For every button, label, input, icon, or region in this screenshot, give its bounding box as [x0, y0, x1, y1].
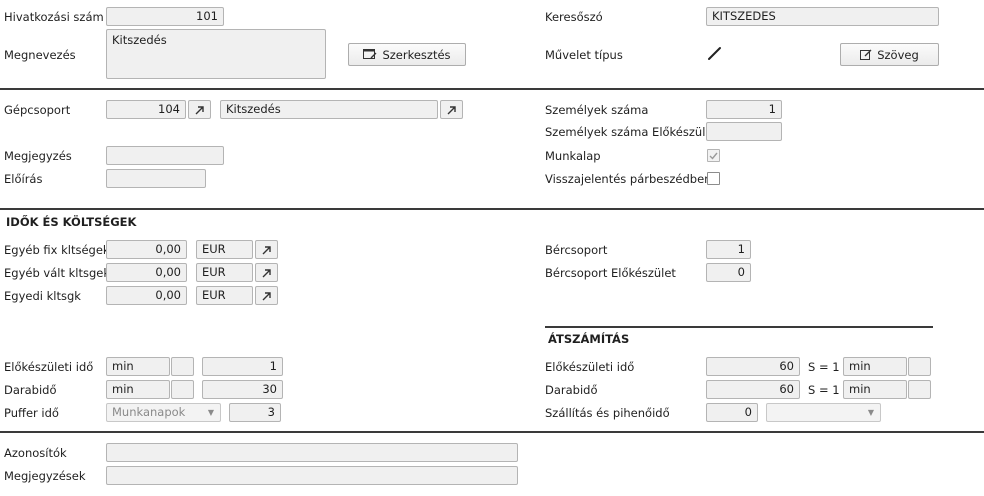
ids-field[interactable]	[106, 443, 518, 462]
fix-cost-currency-field[interactable]: EUR	[196, 240, 253, 259]
chevron-down-icon: ▼	[207, 408, 214, 417]
persons-label: Személyek száma	[545, 103, 649, 117]
costs-section-title: IDŐK ÉS KÖLTSÉGEK	[6, 215, 137, 229]
buffer-unit-dropdown[interactable]: Munkanapok ▼	[106, 403, 221, 422]
unique-cost-link-button[interactable]	[255, 286, 278, 305]
section-divider	[0, 208, 984, 210]
machine-group-label: Gépcsoport	[4, 103, 71, 117]
wage-group-setup-label: Bércsoport Előkészület	[545, 266, 676, 280]
machine-group-name-link-button[interactable]	[440, 100, 463, 119]
conv-setup-factor: S = 1	[808, 360, 840, 374]
arrow-up-right-icon	[262, 245, 271, 254]
ids-label: Azonosítók	[4, 446, 67, 460]
pen-icon	[707, 45, 723, 64]
arrow-up-right-icon	[262, 268, 271, 277]
rule-label: Előírás	[4, 172, 43, 186]
wage-group-field[interactable]: 1	[706, 240, 751, 259]
rule-field[interactable]	[106, 169, 206, 188]
note-edit-icon	[860, 49, 872, 60]
piece-time-label: Darabidő	[4, 383, 57, 397]
buffer-unit-value: Munkanapok	[112, 405, 186, 419]
conv-setup-field[interactable]: 60	[706, 357, 800, 376]
persons-field[interactable]: 1	[706, 100, 782, 119]
edit-window-icon	[363, 49, 377, 59]
transport-field[interactable]: 0	[706, 403, 758, 422]
var-cost-field[interactable]: 0,00	[106, 263, 187, 282]
setup-time-label: Előkészületi idő	[4, 360, 94, 374]
wage-group-setup-field[interactable]: 0	[706, 263, 751, 282]
conv-piece-label: Darabidő	[545, 383, 598, 397]
var-cost-label: Egyéb vált kltsgek	[4, 266, 111, 280]
edit-button-label: Szerkesztés	[382, 47, 451, 62]
conv-setup-unit-field[interactable]: min	[843, 357, 907, 376]
unique-cost-currency-field[interactable]: EUR	[196, 286, 253, 305]
conv-piece-factor: S = 1	[808, 383, 840, 397]
var-cost-link-button[interactable]	[255, 263, 278, 282]
worksheet-label: Munkalap	[545, 149, 601, 163]
op-type-label: Művelet típus	[545, 48, 623, 62]
arrow-up-right-icon	[262, 291, 271, 300]
section-divider	[0, 88, 984, 90]
machine-group-link-button[interactable]	[188, 100, 211, 119]
buffer-time-label: Puffer idő	[4, 406, 59, 420]
ref-no-label: Hivatkozási szám	[4, 10, 104, 24]
feedback-checkbox[interactable]	[707, 172, 720, 185]
wage-group-label: Bércsoport	[545, 243, 608, 257]
arrow-up-right-icon	[195, 105, 204, 114]
fix-cost-label: Egyéb fix kltségek	[4, 243, 110, 257]
machine-group-name-field[interactable]: Kitszedés	[220, 100, 438, 119]
note-field[interactable]	[106, 146, 224, 165]
transport-unit-dropdown[interactable]: ▼	[766, 403, 881, 422]
machine-group-code-field[interactable]: 104	[106, 100, 186, 119]
conv-piece-field[interactable]: 60	[706, 380, 800, 399]
edit-button[interactable]: Szerkesztés	[348, 43, 466, 66]
keyword-field[interactable]: KITSZEDES	[706, 7, 939, 26]
conversion-divider	[545, 326, 933, 328]
unique-cost-field[interactable]: 0,00	[106, 286, 187, 305]
setup-time-unit-button[interactable]	[171, 357, 194, 376]
fix-cost-link-button[interactable]	[255, 240, 278, 259]
persons-setup-label: Személyek száma Előkészület	[545, 125, 717, 139]
note-label: Megjegyzés	[4, 149, 72, 163]
text-button[interactable]: Szöveg	[840, 43, 939, 66]
conv-setup-label: Előkészületi idő	[545, 360, 635, 374]
unique-cost-label: Egyedi kltsgk	[4, 289, 81, 303]
piece-time-field[interactable]: 30	[202, 380, 283, 399]
ref-no-field[interactable]: 101	[106, 7, 224, 26]
keyword-label: Keresőszó	[545, 10, 603, 24]
name-field[interactable]: Kitszedés	[106, 29, 326, 79]
persons-setup-field[interactable]	[706, 122, 782, 141]
worksheet-checkbox[interactable]	[707, 149, 720, 162]
piece-time-unit-button[interactable]	[171, 380, 194, 399]
chevron-down-icon: ▼	[867, 408, 874, 417]
setup-time-field[interactable]: 1	[202, 357, 283, 376]
conv-setup-unit-button[interactable]	[908, 357, 931, 376]
text-button-label: Szöveg	[877, 47, 919, 62]
remarks-field[interactable]	[106, 466, 518, 485]
piece-time-unit-field[interactable]: min	[106, 380, 170, 399]
var-cost-currency-field[interactable]: EUR	[196, 263, 253, 282]
conv-piece-unit-field[interactable]: min	[843, 380, 907, 399]
fix-cost-field[interactable]: 0,00	[106, 240, 187, 259]
name-label: Megnevezés	[4, 48, 76, 62]
section-divider	[0, 431, 984, 433]
conversion-section-title: ÁTSZÁMÍTÁS	[548, 332, 630, 346]
remarks-label: Megjegyzések	[4, 469, 86, 483]
transport-label: Szállítás és pihenőidő	[545, 406, 670, 420]
buffer-time-field[interactable]: 3	[229, 403, 281, 422]
conv-piece-unit-button[interactable]	[908, 380, 931, 399]
arrow-up-right-icon	[447, 105, 456, 114]
feedback-label: Visszajelentés párbeszédben	[545, 172, 712, 186]
setup-time-unit-field[interactable]: min	[106, 357, 170, 376]
checkmark-icon	[709, 152, 718, 160]
